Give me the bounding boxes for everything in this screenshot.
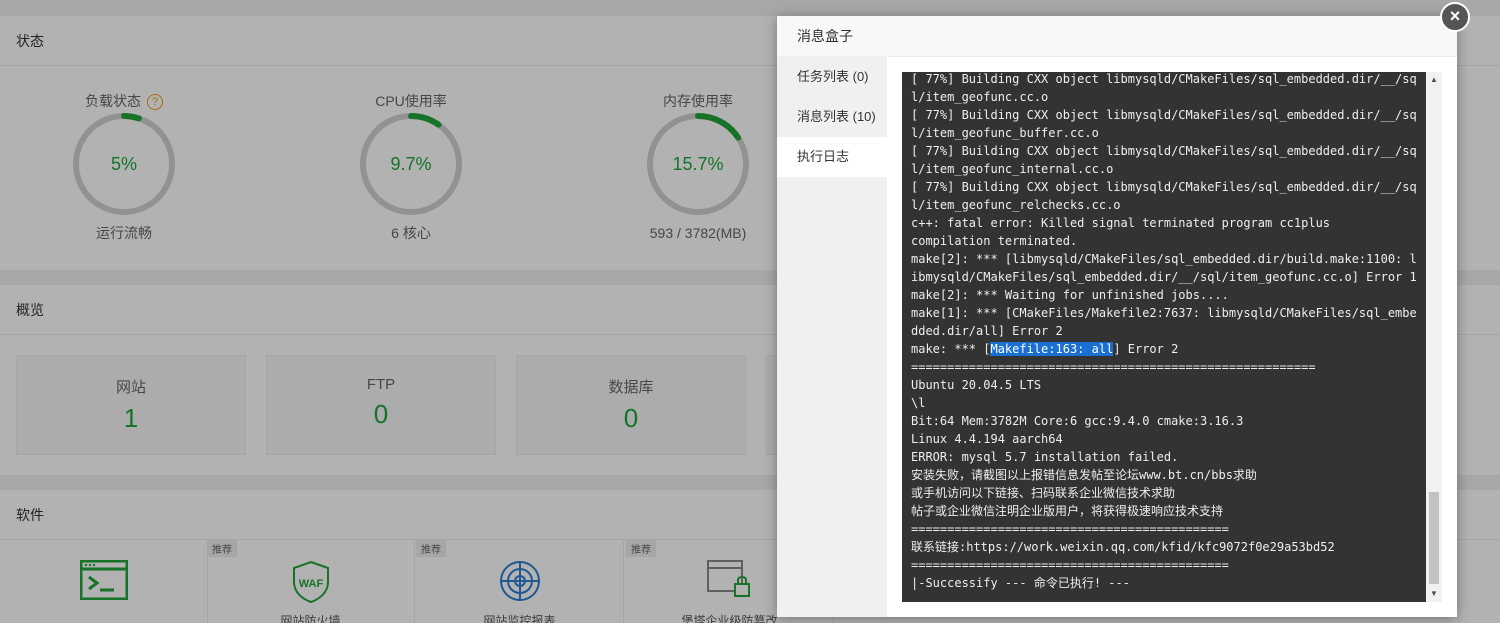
log-line: |-Successify --- 命令已执行! --- xyxy=(911,576,1130,590)
log-line: 帖子或企业微信注明企业版用户，将获得极速响应技术支持 xyxy=(911,504,1224,518)
log-line: make[2]: *** Waiting for unfinished jobs… xyxy=(911,288,1229,302)
tab-task-list[interactable]: 任务列表 (0) xyxy=(777,57,887,97)
log-line: ========================================… xyxy=(911,522,1229,536)
log-line: 安装失败，请截图以上报错信息发帖至论坛www.bt.cn/bbs求助 xyxy=(911,468,1257,482)
log-line: Bit:64 Mem:3782M Core:6 gcc:9.4.0 cmake:… xyxy=(911,414,1244,428)
log-line: l/item_geofunc_internal.cc.o xyxy=(911,162,1114,176)
modal-title: 消息盒子 xyxy=(777,16,1457,57)
scroll-up-arrow-icon[interactable]: ▲ xyxy=(1426,72,1442,88)
message-box-modal: 消息盒子 任务列表 (0) 消息列表 (10) 执行日志 [ 77%] Buil… xyxy=(777,16,1457,617)
log-line: dded.dir/all] Error 2 xyxy=(911,324,1063,338)
log-line: compilation terminated. xyxy=(911,234,1078,248)
modal-tab-list: 任务列表 (0) 消息列表 (10) 执行日志 xyxy=(777,57,887,617)
log-line: l/item_geofunc_buffer.cc.o xyxy=(911,126,1099,140)
execution-log-panel[interactable]: [ 77%] Building CXX object libmysqld/CMa… xyxy=(902,72,1442,602)
log-line: Ubuntu 20.04.5 LTS xyxy=(911,378,1042,392)
scroll-down-arrow-icon[interactable]: ▼ xyxy=(1426,586,1442,602)
log-line: make[1]: *** [CMakeFiles/Makefile2:7637:… xyxy=(911,306,1417,320)
log-scrollbar[interactable]: ▲ ▼ xyxy=(1426,72,1442,602)
log-line: l/item_geofunc.cc.o xyxy=(911,90,1049,104)
close-button[interactable]: × xyxy=(1440,2,1470,32)
log-line: \l xyxy=(911,396,926,410)
tab-execution-log[interactable]: 执行日志 xyxy=(777,137,887,177)
log-line: make: *** [Makefile:163: all] Error 2 xyxy=(911,342,1179,356)
log-line: 或手机访问以下链接、扫码联系企业微信技术求助 xyxy=(911,486,1176,500)
log-line: ========================================… xyxy=(911,558,1229,572)
log-line: [ 77%] Building CXX object libmysqld/CMa… xyxy=(911,72,1417,86)
selected-text: Makefile:163: all xyxy=(990,342,1114,356)
execution-log-text[interactable]: [ 77%] Building CXX object libmysqld/CMa… xyxy=(911,72,1419,592)
log-line: ibmysqld/CMakeFiles/sql_embedded.dir/__/… xyxy=(911,270,1417,284)
log-line: [ 77%] Building CXX object libmysqld/CMa… xyxy=(911,108,1417,122)
log-line: make[2]: *** [libmysqld/CMakeFiles/sql_e… xyxy=(911,252,1417,266)
log-line: ========================================… xyxy=(911,360,1316,374)
log-line: 联系链接:https://work.weixin.qq.com/kfid/kfc… xyxy=(911,540,1335,554)
tab-message-list[interactable]: 消息列表 (10) xyxy=(777,97,887,137)
log-line: [ 77%] Building CXX object libmysqld/CMa… xyxy=(911,144,1417,158)
log-line: ERROR: mysql 5.7 installation failed. xyxy=(911,450,1179,464)
log-line: [ 77%] Building CXX object libmysqld/CMa… xyxy=(911,180,1417,194)
log-line: Linux 4.4.194 aarch64 xyxy=(911,432,1063,446)
scroll-thumb[interactable] xyxy=(1429,492,1439,584)
log-line: l/item_geofunc_relchecks.cc.o xyxy=(911,198,1121,212)
log-line: c++: fatal error: Killed signal terminat… xyxy=(911,216,1331,230)
